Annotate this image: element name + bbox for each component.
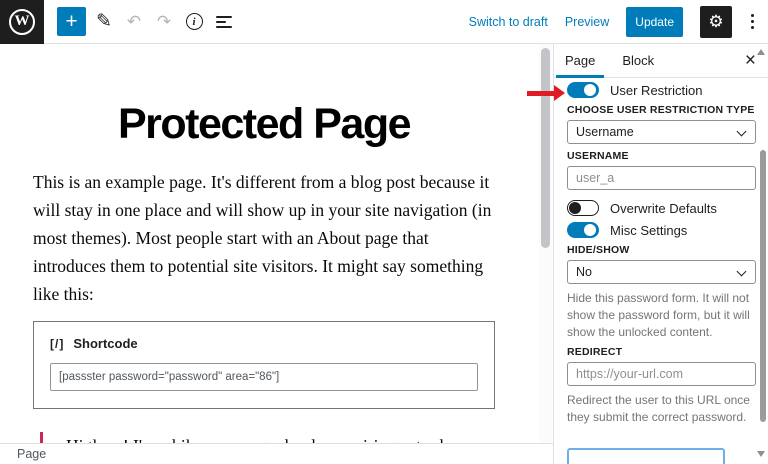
- gear-icon: ⚙: [708, 11, 724, 31]
- canvas-scrollbar-thumb[interactable]: [541, 48, 550, 248]
- overwrite-defaults-row: Overwrite Defaults: [567, 200, 756, 216]
- pencil-icon: ✎: [96, 11, 112, 32]
- details-button[interactable]: i: [182, 10, 206, 34]
- add-block-button[interactable]: +: [57, 7, 86, 36]
- overwrite-defaults-label: Overwrite Defaults: [610, 200, 717, 216]
- switch-to-draft-link[interactable]: Switch to draft: [469, 15, 548, 29]
- username-input[interactable]: [567, 166, 756, 190]
- username-label: USERNAME: [567, 150, 629, 162]
- partial-bottom-field[interactable]: [567, 448, 725, 464]
- misc-settings-row: Misc Settings: [567, 222, 756, 238]
- misc-settings-toggle[interactable]: [567, 222, 599, 238]
- preview-link[interactable]: Preview: [565, 15, 609, 29]
- redirect-label: REDIRECT: [567, 346, 623, 359]
- sidebar-scrollbar-thumb[interactable]: [760, 150, 766, 422]
- info-icon: i: [185, 13, 203, 30]
- redo-button[interactable]: ↷: [152, 10, 176, 34]
- more-vertical-icon: [751, 14, 754, 17]
- settings-toggle-button[interactable]: ⚙: [700, 5, 732, 38]
- breadcrumb[interactable]: Page: [17, 447, 46, 461]
- editor-canvas: Protected Page This is an example page. …: [0, 44, 553, 443]
- close-sidebar-button[interactable]: ×: [745, 51, 756, 70]
- hide-show-label: HIDE/SHOW: [567, 244, 630, 256]
- user-restriction-toggle[interactable]: [567, 82, 599, 98]
- redirect-input[interactable]: [567, 362, 756, 387]
- redirect-help: Redirect the user to this URL once they …: [567, 393, 750, 425]
- editor-toolbar: W + ✎ ↶ ↷ i Switch to draft Preview Upda…: [0, 0, 768, 44]
- options-menu-button[interactable]: [749, 12, 756, 31]
- update-button[interactable]: Update: [626, 6, 683, 37]
- quote-paragraph[interactable]: Hi there! I'm a bike messenger by day, a…: [40, 432, 495, 443]
- wordpress-block-editor: W + ✎ ↶ ↷ i Switch to draft Preview Upda…: [0, 0, 768, 464]
- misc-settings-label: Misc Settings: [610, 222, 688, 238]
- wordpress-logo-icon: W: [9, 8, 35, 35]
- undo-button[interactable]: ↶: [122, 10, 146, 34]
- shortcode-block-header: [/] Shortcode: [50, 336, 478, 351]
- scroll-up-icon[interactable]: [757, 49, 765, 55]
- redo-icon: ↷: [156, 11, 172, 31]
- tab-block[interactable]: Block: [613, 44, 663, 77]
- shortcode-block-label: Shortcode: [73, 336, 138, 351]
- shortcode-icon: [/]: [50, 336, 65, 351]
- restriction-type-select[interactable]: Username: [567, 120, 756, 144]
- edit-tool-button[interactable]: ✎: [92, 10, 116, 34]
- shortcode-block[interactable]: [/] Shortcode: [33, 321, 495, 409]
- sidebar-tabs: Page Block ×: [554, 44, 768, 78]
- chevron-down-icon: [736, 126, 747, 137]
- hide-show-help: Hide this password form. It will not sho…: [567, 291, 750, 339]
- overwrite-defaults-toggle[interactable]: [567, 200, 599, 216]
- restriction-type-label: CHOOSE USER RESTRICTION TYPE: [567, 104, 755, 116]
- page-title[interactable]: Protected Page: [33, 100, 495, 149]
- list-view-button[interactable]: [212, 10, 236, 34]
- toolbar-actions: Switch to draft Preview Update ⚙: [469, 5, 768, 38]
- page-content: Protected Page This is an example page. …: [33, 100, 495, 443]
- intro-paragraph[interactable]: This is an example page. It's different …: [33, 168, 495, 308]
- settings-sidebar: Page Block × User Restriction CHOOSE USE…: [553, 44, 768, 464]
- undo-icon: ↶: [126, 11, 142, 31]
- chevron-down-icon: [736, 266, 747, 277]
- user-restriction-row: User Restriction: [567, 82, 756, 98]
- hide-show-select[interactable]: No: [567, 260, 756, 284]
- editor-footer: Page: [0, 443, 553, 464]
- scroll-down-icon[interactable]: [757, 451, 765, 457]
- user-restriction-label: User Restriction: [610, 82, 703, 98]
- close-icon: ×: [744, 50, 756, 71]
- tab-page[interactable]: Page: [556, 44, 605, 78]
- wordpress-logo-button[interactable]: W: [0, 0, 44, 44]
- page-settings-panel: User Restriction CHOOSE USER RESTRICTION…: [554, 82, 768, 426]
- shortcode-input[interactable]: [50, 363, 478, 391]
- list-view-icon: [216, 15, 232, 28]
- plus-icon: +: [65, 9, 78, 33]
